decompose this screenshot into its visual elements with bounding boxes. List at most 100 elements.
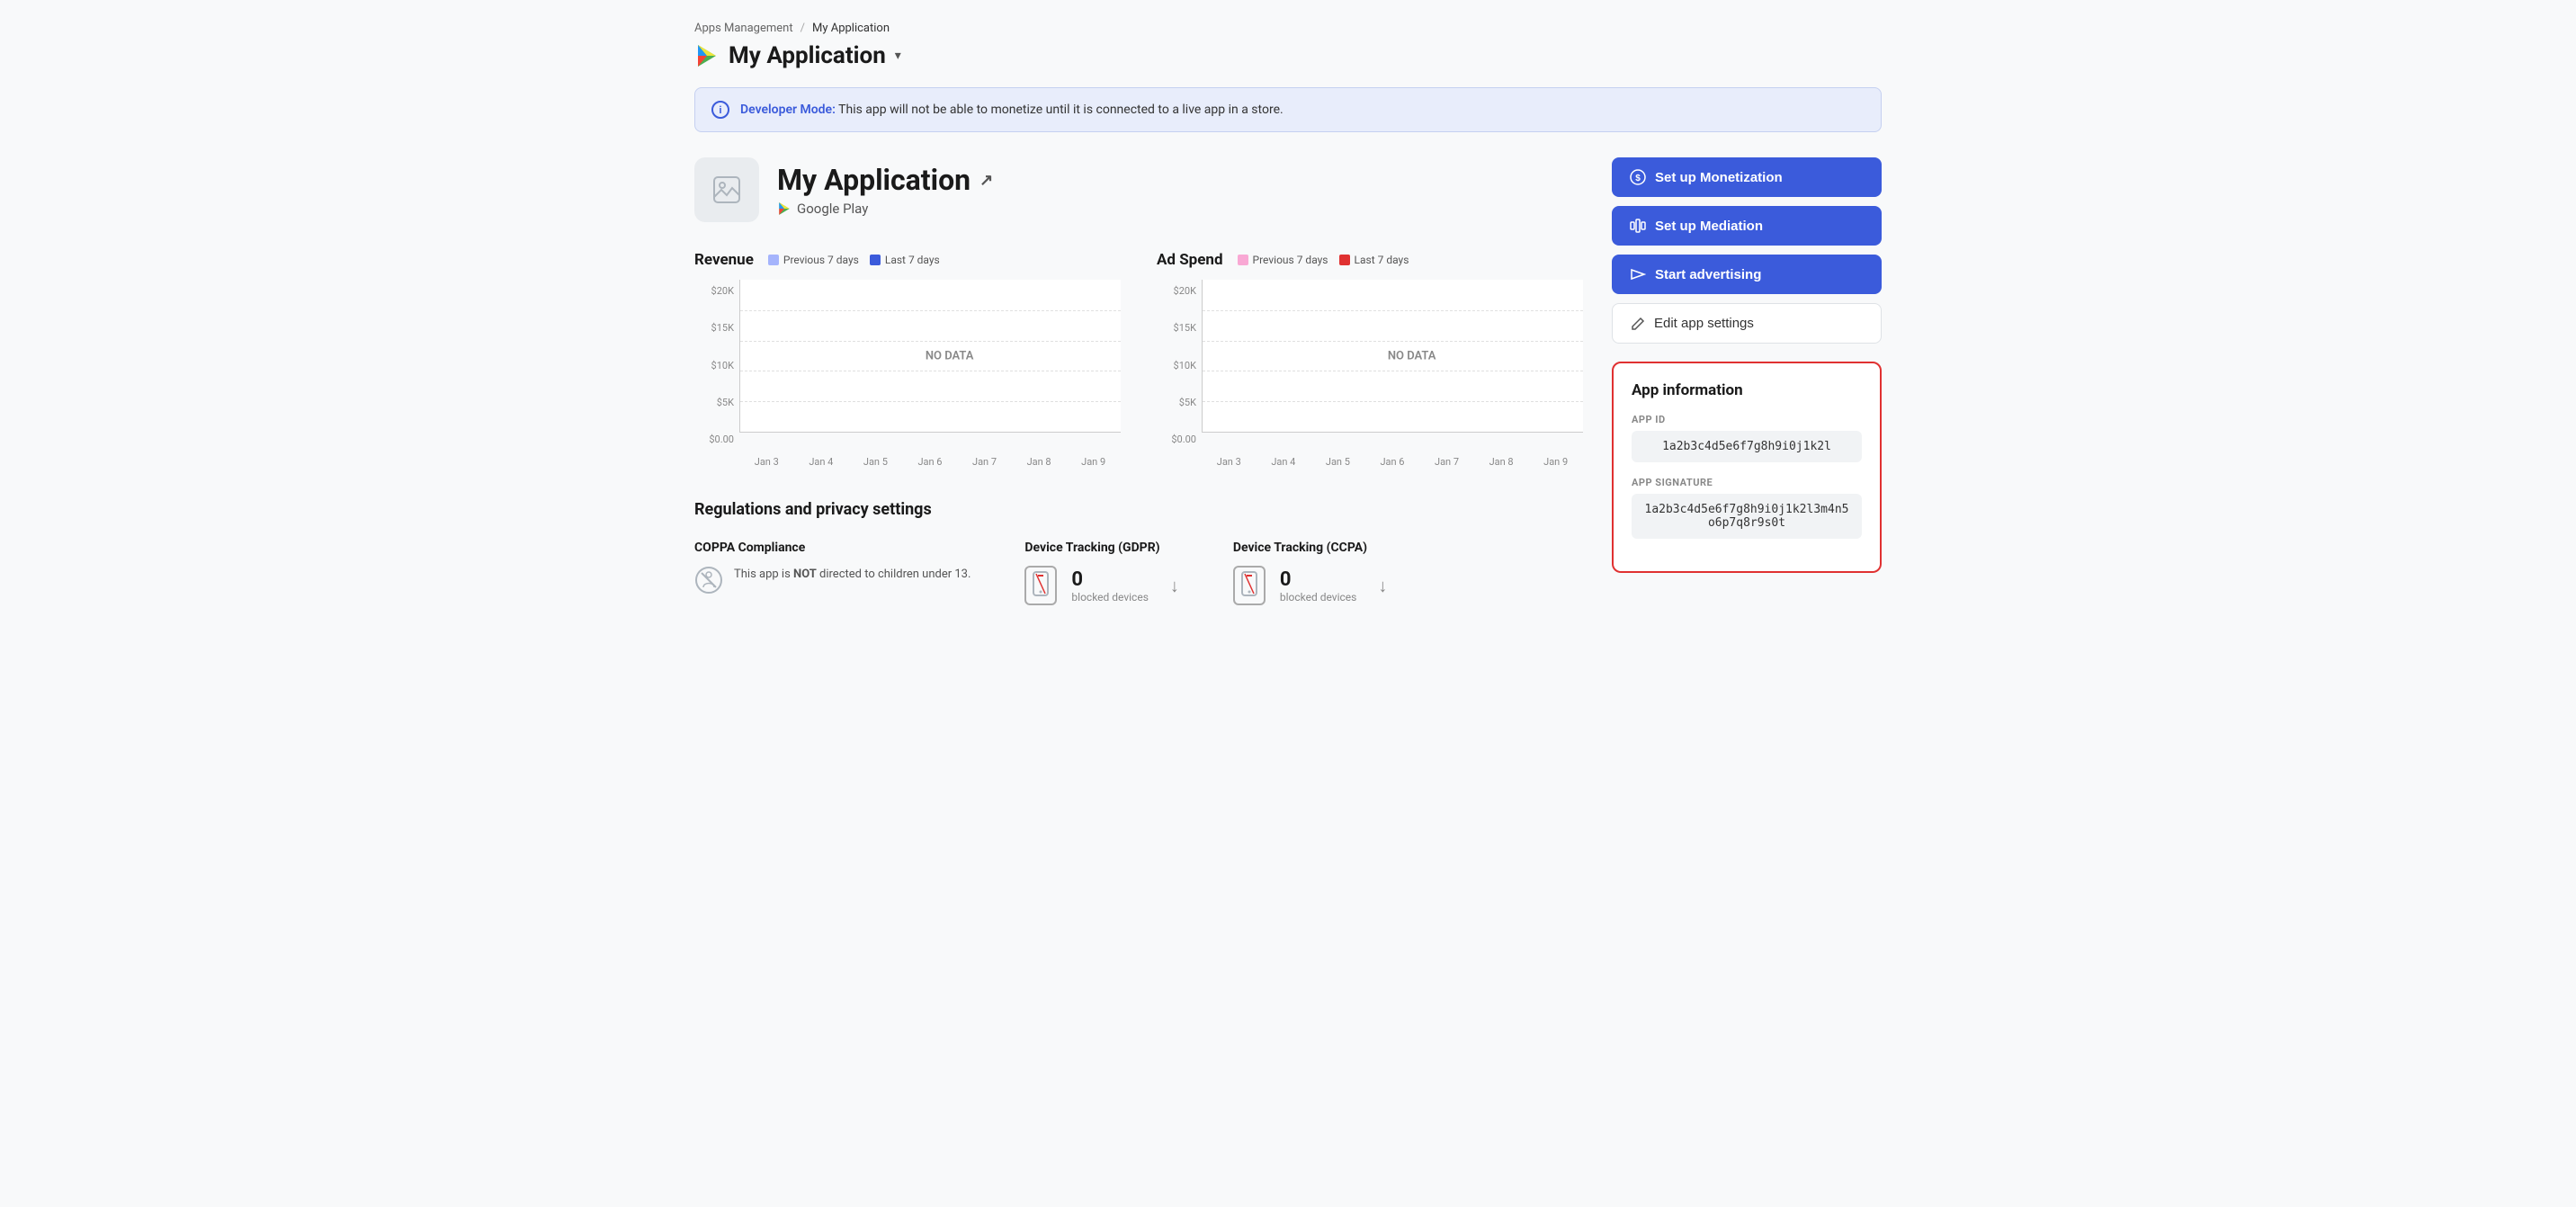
dev-mode-label: Developer Mode: bbox=[740, 103, 836, 117]
revenue-legend-prev: Previous 7 days bbox=[768, 254, 859, 266]
revenue-prev-label: Previous 7 days bbox=[783, 254, 859, 266]
app-name-large: My Application ↗ bbox=[777, 163, 993, 197]
ad-spend-prev-label: Previous 7 days bbox=[1253, 254, 1328, 266]
start-advertising-button[interactable]: Start advertising bbox=[1612, 255, 1882, 294]
app-id-label: APP ID bbox=[1632, 414, 1862, 425]
app-icon-placeholder bbox=[694, 157, 759, 222]
page-title: My Application bbox=[729, 42, 886, 69]
ad-spend-chart-area: $20K $15K $10K $5K $0.00 NO DATA bbox=[1157, 280, 1583, 451]
ccpa-title: Device Tracking (CCPA) bbox=[1233, 541, 1387, 555]
ccpa-tracking-row: 0 blocked devices ↓ bbox=[1233, 566, 1387, 605]
ccpa-blocked-number: 0 bbox=[1280, 568, 1356, 591]
app-platform: Google Play bbox=[777, 201, 993, 217]
ad-y-label-15k: $15K bbox=[1157, 322, 1196, 334]
ccpa-device-icon bbox=[1233, 566, 1266, 605]
app-info-card-title: App information bbox=[1632, 381, 1862, 399]
left-panel: My Application ↗ Google Play bbox=[694, 157, 1583, 605]
gdpr-item: Device Tracking (GDPR) bbox=[1024, 541, 1178, 605]
ccpa-blocked-label: blocked devices bbox=[1280, 591, 1356, 604]
ad-y-label-0: $0.00 bbox=[1157, 434, 1196, 445]
revenue-no-data: NO DATA bbox=[926, 349, 974, 362]
coppa-icon bbox=[694, 566, 723, 600]
ad-spend-chart-title: Ad Spend bbox=[1157, 251, 1223, 269]
revenue-x-jan9: Jan 9 bbox=[1081, 456, 1105, 468]
ad-x-jan3: Jan 3 bbox=[1217, 456, 1241, 468]
ad-x-jan8: Jan 8 bbox=[1489, 456, 1514, 468]
y-label-0: $0.00 bbox=[694, 434, 734, 445]
gdpr-tracking-row: 0 blocked devices ↓ bbox=[1024, 566, 1178, 605]
gdpr-blocked-label: blocked devices bbox=[1071, 591, 1148, 604]
coppa-text: This app is NOT directed to children und… bbox=[734, 566, 970, 584]
ad-spend-chart: Ad Spend Previous 7 days Last 7 days bbox=[1157, 251, 1583, 468]
gdpr-download-icon[interactable]: ↓ bbox=[1170, 575, 1179, 597]
banner-body-text: This app will not be able to monetize un… bbox=[838, 103, 1284, 117]
advertising-icon bbox=[1630, 266, 1646, 282]
ad-spend-y-labels: $20K $15K $10K $5K $0.00 bbox=[1157, 280, 1196, 451]
ad-spend-last-dot bbox=[1339, 255, 1350, 265]
info-icon: i bbox=[711, 101, 729, 119]
breadcrumb: Apps Management / My Application bbox=[694, 22, 1882, 35]
y-label-20k: $20K bbox=[694, 285, 734, 297]
mediation-icon bbox=[1630, 218, 1646, 234]
ccpa-blocked-count: 0 blocked devices bbox=[1280, 568, 1356, 604]
revenue-x-jan5: Jan 5 bbox=[863, 456, 888, 468]
app-name-section: My Application ↗ Google Play bbox=[777, 163, 993, 217]
ad-x-jan5: Jan 5 bbox=[1326, 456, 1350, 468]
ad-x-jan9: Jan 9 bbox=[1543, 456, 1568, 468]
revenue-x-jan8: Jan 8 bbox=[1027, 456, 1051, 468]
breadcrumb-parent[interactable]: Apps Management bbox=[694, 22, 793, 35]
google-play-icon bbox=[694, 43, 720, 68]
edit-settings-icon bbox=[1631, 317, 1645, 331]
y-label-15k: $15K bbox=[694, 322, 734, 334]
coppa-item: COPPA Compliance bbox=[694, 541, 970, 605]
revenue-chart: Revenue Previous 7 days Last 7 days bbox=[694, 251, 1121, 468]
advertising-button-label: Start advertising bbox=[1655, 267, 1761, 282]
revenue-x-jan6: Jan 6 bbox=[917, 456, 942, 468]
setup-mediation-button[interactable]: Set up Mediation bbox=[1612, 206, 1882, 246]
app-id-value: 1a2b3c4d5e6f7g8h9i0j1k2l bbox=[1632, 431, 1862, 462]
ad-spend-legend: Previous 7 days Last 7 days bbox=[1238, 254, 1409, 266]
setup-monetization-button[interactable]: $ Set up Monetization bbox=[1612, 157, 1882, 197]
banner-text: Developer Mode: This app will not be abl… bbox=[740, 103, 1284, 117]
platform-name: Google Play bbox=[797, 201, 868, 217]
gdpr-device-icon bbox=[1024, 566, 1057, 605]
revenue-legend: Previous 7 days Last 7 days bbox=[768, 254, 940, 266]
app-signature-value: 1a2b3c4d5e6f7g8h9i0j1k2l3m4n5o6p7q8r9s0t bbox=[1632, 494, 1862, 539]
app-header-row: My Application ↗ Google Play bbox=[694, 157, 1583, 222]
main-content: My Application ↗ Google Play bbox=[694, 157, 1882, 605]
revenue-x-jan7: Jan 7 bbox=[972, 456, 997, 468]
monetization-icon: $ bbox=[1630, 169, 1646, 185]
coppa-title: COPPA Compliance bbox=[694, 541, 970, 555]
action-buttons: $ Set up Monetization Set up Mediation bbox=[1612, 157, 1882, 344]
revenue-last-dot bbox=[870, 255, 881, 265]
edit-settings-button-label: Edit app settings bbox=[1654, 316, 1754, 331]
revenue-prev-dot bbox=[768, 255, 779, 265]
ad-x-jan4: Jan 4 bbox=[1271, 456, 1295, 468]
gdpr-blocked-number: 0 bbox=[1071, 568, 1148, 591]
regulations-section: Regulations and privacy settings COPPA C… bbox=[694, 500, 1583, 605]
ad-spend-legend-last: Last 7 days bbox=[1339, 254, 1409, 266]
revenue-chart-header: Revenue Previous 7 days Last 7 days bbox=[694, 251, 1121, 269]
developer-mode-banner: i Developer Mode: This app will not be a… bbox=[694, 87, 1882, 132]
ad-x-jan6: Jan 6 bbox=[1380, 456, 1404, 468]
title-dropdown-chevron[interactable]: ▾ bbox=[895, 49, 901, 63]
y-label-5k: $5K bbox=[694, 397, 734, 408]
revenue-legend-last: Last 7 days bbox=[870, 254, 940, 266]
regulations-title: Regulations and privacy settings bbox=[694, 500, 1583, 519]
app-name-text: My Application bbox=[777, 163, 970, 197]
external-link-icon[interactable]: ↗ bbox=[979, 171, 993, 190]
ccpa-download-icon[interactable]: ↓ bbox=[1378, 575, 1387, 597]
app-signature-label: APP SIGNATURE bbox=[1632, 477, 1862, 488]
app-title-row: My Application ▾ bbox=[694, 42, 1882, 69]
ad-spend-chart-header: Ad Spend Previous 7 days Last 7 days bbox=[1157, 251, 1583, 269]
ad-y-label-20k: $20K bbox=[1157, 285, 1196, 297]
gdpr-blocked-count: 0 blocked devices bbox=[1071, 568, 1148, 604]
ad-y-label-5k: $5K bbox=[1157, 397, 1196, 408]
revenue-chart-title: Revenue bbox=[694, 251, 754, 269]
charts-row: Revenue Previous 7 days Last 7 days bbox=[694, 251, 1583, 468]
mediation-button-label: Set up Mediation bbox=[1655, 219, 1763, 234]
revenue-chart-area: $20K $15K $10K $5K $0.00 NO DATA bbox=[694, 280, 1121, 451]
google-play-small-icon bbox=[777, 201, 792, 216]
revenue-x-jan3: Jan 3 bbox=[755, 456, 779, 468]
edit-app-settings-button[interactable]: Edit app settings bbox=[1612, 303, 1882, 344]
